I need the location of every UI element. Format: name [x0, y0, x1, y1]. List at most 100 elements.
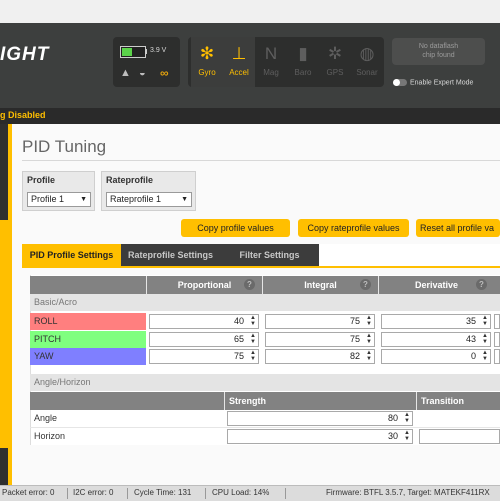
input-value: 0 — [470, 351, 476, 361]
sensor-gyro: ✻ Gyro — [191, 37, 223, 87]
column-label: Proportional — [177, 280, 232, 290]
mag-icon: N — [264, 44, 278, 63]
spinner-icon[interactable]: ▲ ▼ — [482, 350, 488, 362]
roll-p-input[interactable]: 40 ▲ ▼ — [149, 314, 259, 329]
sidebar-active-item[interactable] — [0, 220, 8, 448]
column-label: Derivative — [414, 280, 459, 290]
axis-pitch: PITCH — [30, 331, 146, 348]
column-label: Integral — [304, 280, 337, 290]
yaw-p-input[interactable]: 75 ▲ ▼ — [149, 349, 259, 364]
footer-divider — [127, 488, 128, 499]
input-value: 75 — [349, 316, 360, 326]
sonar-icon: ◍ — [359, 44, 375, 63]
input-value: 43 — [465, 334, 476, 344]
rateprofile-select-value: Rateprofile 1 — [110, 194, 162, 204]
battery-icon — [120, 46, 146, 58]
dataflash-line-1: No dataflash — [418, 43, 459, 50]
rateprofile-select[interactable]: Rateprofile 1 ▼ — [106, 192, 192, 207]
tab-rateprofile-settings[interactable]: Rateprofile Settings — [121, 244, 220, 266]
column-header-transition: Transition — [416, 392, 500, 410]
window-top-strip — [0, 0, 500, 23]
sensor-sonar: ◍ Sonar — [351, 37, 383, 87]
rateprofile-selector: Rateprofile Rateprofile 1 ▼ — [101, 171, 196, 211]
sensor-label: Baro — [294, 68, 312, 77]
profile-select[interactable]: Profile 1 ▼ — [27, 192, 91, 207]
pitch-extra-input[interactable] — [494, 332, 500, 347]
pid-table-header: Proportional? Integral? Derivative? — [30, 276, 500, 294]
spinner-icon[interactable]: ▲ ▼ — [250, 315, 256, 327]
roll-d-input[interactable]: 35 ▲ ▼ — [381, 314, 491, 329]
baro-icon: ▮ — [298, 44, 308, 63]
column-header-integral: Integral? — [262, 276, 378, 294]
i2c-error: I2C error: 0 — [73, 488, 114, 497]
yaw-d-input[interactable]: 0 ▲ ▼ — [381, 349, 491, 364]
sensor-accel: ⊥ Accel — [223, 37, 255, 87]
spinner-icon[interactable]: ▲ ▼ — [482, 333, 488, 345]
section-angle-horizon: Angle/Horizon — [30, 374, 500, 391]
input-value: 40 — [233, 316, 244, 326]
pitch-i-input[interactable]: 75 ▲ ▼ — [265, 332, 375, 347]
sidebar — [0, 124, 8, 488]
spinner-icon[interactable]: ▲ ▼ — [366, 350, 372, 362]
axis-roll: ROLL — [30, 313, 146, 330]
roll-extra-input[interactable] — [494, 314, 500, 329]
row-divider — [30, 427, 500, 428]
section-basic-acro: Basic/Acro — [30, 294, 500, 311]
reset-all-profiles-button[interactable]: Reset all profile va — [416, 219, 500, 237]
toggle-switch[interactable] — [393, 79, 407, 86]
pitch-d-input[interactable]: 43 ▲ ▼ — [381, 332, 491, 347]
copy-rateprofile-button[interactable]: Copy rateprofile values — [298, 219, 409, 237]
chevron-down-icon: ▼ — [80, 196, 87, 203]
tab-pid-profile-settings[interactable]: PID Profile Settings — [22, 244, 121, 266]
status-footer: Packet error: 0 I2C error: 0 Cycle Time:… — [0, 485, 500, 501]
input-value: 75 — [233, 351, 244, 361]
horizon-strength-input[interactable]: 30 ▲ ▼ — [227, 429, 413, 444]
cpu-load: CPU Load: 14% — [212, 488, 270, 497]
tab-filter-settings[interactable]: Filter Settings — [220, 244, 319, 266]
profile-label: Profile — [27, 175, 56, 185]
link-icon[interactable]: ∞ — [160, 66, 169, 80]
yaw-extra-input[interactable] — [494, 349, 500, 364]
roll-i-input[interactable]: 75 ▲ ▼ — [265, 314, 375, 329]
axis-yaw: YAW — [30, 348, 146, 365]
angle-table-header: Strength Transition — [30, 392, 500, 410]
sensor-label: Accel — [229, 68, 249, 77]
help-icon[interactable]: ? — [360, 279, 371, 290]
input-value: 75 — [349, 334, 360, 344]
gps-icon: ✲ — [327, 44, 343, 63]
sensor-gps: ✲ GPS — [319, 37, 351, 87]
packet-error: Packet error: 0 — [2, 488, 55, 497]
battery-level — [122, 48, 132, 56]
column-header-proportional: Proportional? — [146, 276, 262, 294]
column-header-derivative: Derivative? — [378, 276, 494, 294]
spinner-icon[interactable]: ▲ ▼ — [366, 333, 372, 345]
sensor-label: Sonar — [356, 68, 378, 77]
expert-mode-toggle[interactable]: Enable Expert Mode — [393, 79, 473, 86]
accel-icon: ⊥ — [231, 44, 247, 63]
pitch-p-input[interactable]: 65 ▲ ▼ — [149, 332, 259, 347]
footer-divider — [285, 488, 286, 499]
spinner-icon[interactable]: ▲ ▼ — [366, 315, 372, 327]
help-icon[interactable]: ? — [476, 279, 487, 290]
arming-status-text: g Disabled — [0, 110, 46, 120]
chevron-down-icon: ▼ — [181, 196, 188, 203]
horizon-transition-input[interactable] — [419, 429, 500, 444]
help-icon[interactable]: ? — [244, 279, 255, 290]
spinner-icon[interactable]: ▲ ▼ — [404, 412, 410, 424]
angle-strength-input[interactable]: 80 ▲ ▼ — [227, 411, 413, 426]
rateprofile-label: Rateprofile — [106, 175, 154, 185]
footer-divider — [205, 488, 206, 499]
parachute-icon: ◒ — [139, 67, 146, 79]
spinner-icon[interactable]: ▲ ▼ — [404, 430, 410, 442]
copy-profile-button[interactable]: Copy profile values — [181, 219, 290, 237]
spinner-icon[interactable]: ▲ ▼ — [482, 315, 488, 327]
yaw-i-input[interactable]: 82 ▲ ▼ — [265, 349, 375, 364]
gyro-icon: ✻ — [199, 44, 215, 63]
firmware-info: Firmware: BTFL 3.5.7, Target: MATEKF411R… — [326, 488, 490, 497]
spinner-icon[interactable]: ▲ ▼ — [250, 333, 256, 345]
spinner-icon[interactable]: ▲ ▼ — [250, 350, 256, 362]
dataflash-line-2: chip found — [422, 52, 455, 59]
input-value: 80 — [387, 413, 398, 423]
angle-label: Angle — [34, 413, 58, 423]
tab-underline — [22, 266, 500, 268]
